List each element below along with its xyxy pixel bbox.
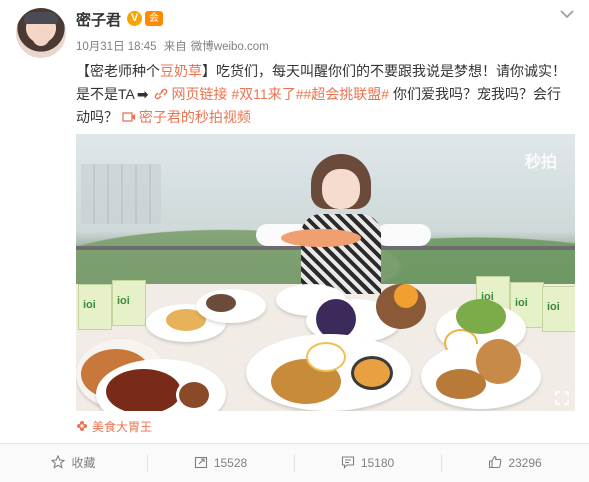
flower-icon xyxy=(77,421,87,431)
video-person xyxy=(256,154,431,294)
topic-link[interactable]: 豆奶草 xyxy=(160,63,202,79)
link-icon xyxy=(155,88,168,100)
repost-button[interactable]: 15528 xyxy=(147,444,294,482)
chevron-down-icon[interactable] xyxy=(560,6,576,19)
person-arm-right xyxy=(376,224,431,246)
post-meta: 10月31日 18:45 来自 微博weibo.com xyxy=(76,38,273,54)
food-item xyxy=(281,229,361,247)
hashtag-chaohui[interactable]: #超会挑联盟# xyxy=(303,86,389,102)
drink-carton-1: ioi xyxy=(78,284,112,330)
repost-count: 15528 xyxy=(213,456,248,470)
favorite-button[interactable]: 收藏 xyxy=(0,444,147,482)
food-item xyxy=(106,369,181,411)
soup-cup xyxy=(351,356,393,390)
food-item xyxy=(206,294,236,312)
person-face xyxy=(322,169,360,209)
video-watermark: 秒拍 xyxy=(524,154,557,171)
avatar-cap xyxy=(24,12,58,24)
like-count: 23296 xyxy=(508,456,542,470)
video-icon xyxy=(122,112,135,122)
sauce-cup xyxy=(176,379,212,411)
avatar-face xyxy=(32,26,50,46)
fries xyxy=(436,369,486,399)
comment-button[interactable]: 15180 xyxy=(294,444,441,482)
arrow-glyph: ➡ xyxy=(136,86,149,102)
repost-icon xyxy=(194,456,207,469)
comment-count: 15180 xyxy=(360,456,395,470)
post-text: 【密老师种个豆奶草】吃货们，每天叫醒你们的不要跟我说是梦想！请你诚实！是不是TA… xyxy=(76,60,571,129)
comment-icon xyxy=(341,456,354,469)
weibo-post-card: 密子君 V 会 10月31日 18:45 来自 微博weibo.com 【密老师种… xyxy=(0,0,589,482)
salad xyxy=(456,299,506,334)
thumbs-up-icon xyxy=(489,455,502,469)
video-link[interactable]: 密子君的秒拍视频 xyxy=(122,109,251,125)
member-badge-icon: 会 xyxy=(145,11,163,26)
fullscreen-icon[interactable] xyxy=(555,391,569,405)
video-player[interactable]: 秒拍 ioi ioi ioi ioi ioi xyxy=(76,134,575,411)
action-bar: 收藏 15528 15180 23296 xyxy=(0,443,589,482)
post-timestamp[interactable]: 10月31日 18:45 xyxy=(76,41,157,53)
web-link-label: 网页链接 xyxy=(171,86,228,102)
source-label: 美食大胃王 xyxy=(92,420,153,434)
hashtag-double11[interactable]: #双11来了# xyxy=(231,86,303,102)
egg xyxy=(306,342,346,372)
username[interactable]: 密子君 xyxy=(76,9,121,30)
avatar[interactable] xyxy=(16,8,66,58)
drink-carton-2: ioi xyxy=(112,280,146,326)
like-button[interactable]: 23296 xyxy=(441,444,589,482)
video-link-label: 密子君的秒拍视频 xyxy=(138,109,251,125)
verified-badge-icon: V xyxy=(127,11,142,26)
person-body xyxy=(301,214,381,294)
drink-carton-5: ioi xyxy=(542,286,575,332)
via-prefix: 来自 xyxy=(163,41,187,53)
star-icon xyxy=(51,455,66,469)
web-link[interactable]: 网页链接 xyxy=(154,86,231,102)
food-item xyxy=(316,299,356,339)
via-source[interactable]: 微博weibo.com xyxy=(191,41,269,53)
food-item xyxy=(394,284,418,308)
text-part-1: 【密老师种个 xyxy=(76,63,160,79)
source-link[interactable]: 美食大胃王 xyxy=(76,418,152,435)
favorite-label: 收藏 xyxy=(71,456,96,470)
